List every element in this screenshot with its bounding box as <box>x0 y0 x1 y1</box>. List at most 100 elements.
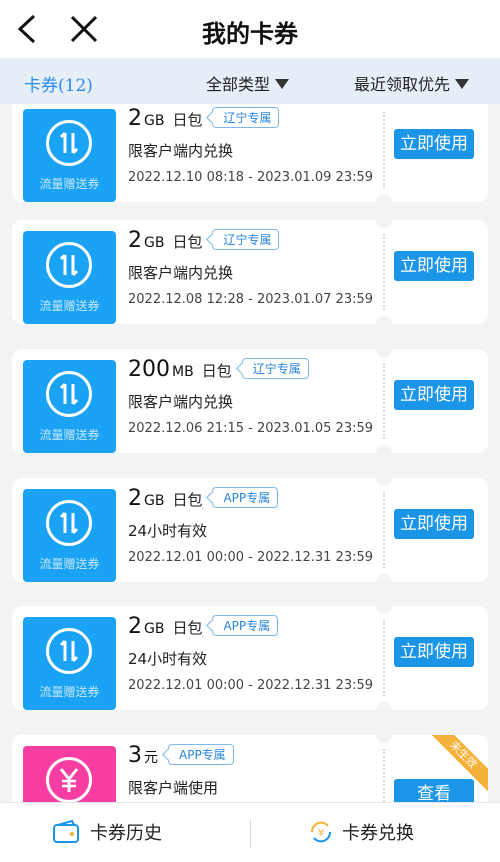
coupon-validity: 2022.12.08 12:28 - 2023.01.07 23:59 <box>128 292 374 307</box>
coupon-amount: 2 GB 日包 APP专属 <box>128 614 279 639</box>
amount-unit: GB <box>144 113 165 129</box>
amount-value: 3 <box>128 743 142 768</box>
package-kind: 日包 <box>172 233 203 251</box>
sort-dropdown[interactable]: 最近领取优先 <box>354 71 470 95</box>
card-notch <box>376 598 392 614</box>
card-notch <box>376 574 392 590</box>
amount-unit: GB <box>144 235 165 251</box>
coupon-description: 限客户端内兑换 <box>128 393 234 411</box>
card-divider <box>383 620 385 696</box>
coupon-thumb-caption: 流量赠送券 <box>39 557 100 571</box>
coupon-validity: 2022.12.01 00:00 - 2022.12.31 23:59 <box>128 550 374 565</box>
header: 我的卡券 <box>0 0 500 58</box>
coupon-thumbnail: 流量赠送券 <box>23 489 116 582</box>
amount-unit: GB <box>144 493 165 509</box>
data-transfer-icon <box>46 500 92 546</box>
amount-unit: GB <box>144 621 165 637</box>
amount-value: 2 <box>128 106 142 131</box>
coupon-validity: 2022.12.10 08:18 - 2023.01.09 23:59 <box>128 170 374 185</box>
coupon-validity: 2022.12.06 21:15 - 2023.01.05 23:59 <box>128 421 374 436</box>
use-now-button[interactable]: 立即使用 <box>394 509 474 539</box>
coupon-description: 24小时有效 <box>128 522 208 540</box>
exchange-icon: ¥ <box>310 821 332 843</box>
coupon-card: 3 元 APP专属 限客户端使用 查看 未生效 <box>12 727 488 802</box>
app-tag: APP专属 <box>212 615 279 636</box>
coupon-exchange-button[interactable]: ¥ 卡券兑换 <box>308 819 414 849</box>
wallet-icon <box>53 819 79 843</box>
caret-down-icon <box>275 79 290 89</box>
coupon-description: 限客户端使用 <box>128 779 219 797</box>
coupon-card: 流量赠送券 200 MB 日包 辽宁专属 限客户端内兑换 2022.12.06 21:… <box>12 341 488 461</box>
type-filter-dropdown[interactable]: 全部类型 <box>206 71 290 95</box>
bottom-divider <box>250 819 251 849</box>
coupon-thumb-caption: 流量赠送券 <box>39 428 100 442</box>
card-notch <box>376 470 392 486</box>
card-notch <box>376 194 392 210</box>
use-now-button[interactable]: 立即使用 <box>394 380 474 410</box>
coupon-thumbnail: 流量赠送券 <box>23 360 116 453</box>
coupon-description: 24小时有效 <box>128 650 208 668</box>
coupon-amount: 2 GB 日包 APP专属 <box>128 486 279 511</box>
not-effective-ribbon: 未生效 <box>428 735 488 795</box>
package-kind: 日包 <box>172 111 203 129</box>
coupon-card: 流量赠送券 2 GB 日包 APP专属 24小时有效 2022.12.01 00:00… <box>12 598 488 718</box>
coupon-card: 流量赠送券 2 GB 日包 辽宁专属 限客户端内兑换 2022.12.08 12:28… <box>12 212 488 332</box>
coupon-list[interactable]: 流量赠送券 2 GB 日包 辽宁专属 限客户端内兑换 2022.12.10 08:18… <box>0 104 500 802</box>
caret-down-icon <box>455 79 470 89</box>
coupon-amount: 2 GB 日包 辽宁专属 <box>128 106 280 131</box>
coupon-card: 流量赠送券 2 GB 日包 辽宁专属 限客户端内兑换 2022.12.10 08:18… <box>12 104 488 210</box>
use-now-button[interactable]: 立即使用 <box>394 251 474 281</box>
amount-unit: MB <box>172 364 194 380</box>
region-tag: 辽宁专属 <box>212 229 280 250</box>
ribbon-label: 未生效 <box>428 735 488 793</box>
data-transfer-icon <box>46 242 92 288</box>
card-notch <box>376 702 392 718</box>
coupon-description: 限客户端内兑换 <box>128 142 234 160</box>
card-divider <box>383 749 385 802</box>
yuan-icon <box>46 757 92 802</box>
data-transfer-icon <box>46 120 92 166</box>
coupon-history-label: 卡券历史 <box>90 823 162 844</box>
svg-text:¥: ¥ <box>318 828 324 839</box>
type-filter-label: 全部类型 <box>206 75 271 94</box>
amount-value: 200 <box>128 357 170 382</box>
app-tag: APP专属 <box>168 744 234 765</box>
coupon-history-button[interactable]: 卡券历史 <box>52 819 162 849</box>
use-now-button[interactable]: 立即使用 <box>394 129 474 159</box>
coupon-description: 限客户端内兑换 <box>128 264 234 282</box>
coupon-thumbnail: 流量赠送券 <box>23 231 116 324</box>
coupon-card: 流量赠送券 2 GB 日包 APP专属 24小时有效 2022.12.01 00:00… <box>12 470 488 590</box>
card-divider <box>383 112 385 188</box>
filter-bar: 卡券(12) 全部类型 最近领取优先 <box>0 58 500 104</box>
coupon-amount: 200 MB 日包 辽宁专属 <box>128 357 309 382</box>
region-tag: 辽宁专属 <box>212 107 280 128</box>
package-kind: 日包 <box>172 619 203 637</box>
data-transfer-icon <box>46 628 92 674</box>
amount-value: 2 <box>128 486 142 511</box>
coupon-thumbnail: 流量赠送券 <box>23 109 116 202</box>
coupon-amount: 2 GB 日包 辽宁专属 <box>128 228 280 253</box>
card-notch <box>376 727 392 743</box>
card-notch <box>376 445 392 461</box>
sort-label: 最近领取优先 <box>354 75 451 94</box>
card-divider <box>383 363 385 439</box>
package-kind: 日包 <box>201 362 232 380</box>
amount-unit: 元 <box>144 750 158 766</box>
card-divider <box>383 234 385 310</box>
package-kind: 日包 <box>172 491 203 509</box>
coupon-exchange-label: 卡券兑换 <box>342 823 414 844</box>
data-transfer-icon <box>46 371 92 417</box>
coupon-validity: 2022.12.01 00:00 - 2022.12.31 23:59 <box>128 678 374 693</box>
card-notch <box>376 212 392 228</box>
amount-value: 2 <box>128 614 142 639</box>
use-now-button[interactable]: 立即使用 <box>394 637 474 667</box>
coupon-thumbnail <box>23 746 116 802</box>
coupon-thumb-caption: 流量赠送券 <box>39 685 100 699</box>
coupon-thumb-caption: 流量赠送券 <box>39 177 100 191</box>
app-tag: APP专属 <box>212 487 279 508</box>
page-title: 我的卡券 <box>202 20 298 48</box>
tab-coupons-count[interactable]: 卡券(12) <box>24 71 93 96</box>
card-notch <box>376 316 392 332</box>
coupon-amount: 3 元 APP专属 <box>128 743 234 768</box>
bottom-bar: 卡券历史 ¥ 卡券兑换 <box>0 802 500 862</box>
